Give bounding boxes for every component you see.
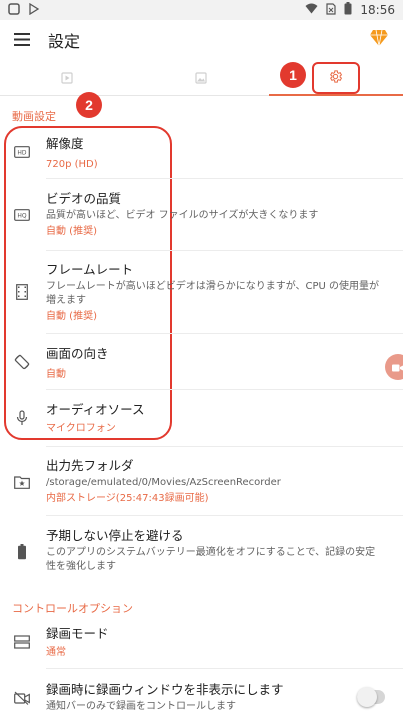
page-title: 設定 bbox=[48, 32, 81, 51]
tab-image[interactable] bbox=[134, 62, 268, 95]
status-time: 18:56 bbox=[360, 3, 395, 17]
setting-value: 自動 (推奨) bbox=[46, 311, 97, 322]
annotation-box-settings-tab bbox=[312, 62, 360, 94]
divider bbox=[46, 515, 403, 516]
setting-description: /storage/emulated/0/Movies/AzScreenRecor… bbox=[46, 477, 281, 488]
image-icon bbox=[195, 69, 208, 88]
quality-hd-icon: HQ bbox=[12, 205, 32, 225]
setting-title: 録画モード bbox=[46, 626, 109, 641]
microphone-icon bbox=[12, 408, 32, 428]
folder-star-icon bbox=[12, 472, 32, 492]
tab-video[interactable] bbox=[0, 62, 134, 95]
camera-off-icon bbox=[12, 688, 32, 708]
battery-icon bbox=[344, 2, 352, 18]
setting-output-folder[interactable]: 出力先フォルダ /storage/emulated/0/Movies/AzScr… bbox=[0, 452, 403, 512]
setting-value: マイクロフォン bbox=[46, 423, 116, 434]
setting-title: 録画時に録画ウィンドウを非表示にします bbox=[46, 682, 284, 697]
play-store-icon bbox=[28, 2, 40, 18]
screen-rotation-icon bbox=[12, 352, 32, 372]
setting-avoid-unexpected-stop[interactable]: 予期しない停止を避ける このアプリのシステムバッテリー最適化をオフにすることで、… bbox=[0, 522, 403, 584]
setting-description: フレームレートが高いほどビデオは滑らかになりますが、CPU の使用量が増えます bbox=[46, 281, 380, 306]
setting-title: ビデオの品質 bbox=[46, 191, 122, 206]
divider bbox=[46, 178, 403, 179]
setting-value: 720p (HD) bbox=[46, 159, 98, 170]
setting-audio-source[interactable]: オーディオソース マイクロフォン bbox=[0, 396, 403, 440]
wifi-icon bbox=[305, 3, 318, 17]
setting-value: 内部ストレージ(25:47:43録画可能) bbox=[46, 493, 209, 504]
sim-icon bbox=[326, 2, 337, 18]
video-camera-icon bbox=[392, 358, 403, 377]
divider bbox=[46, 668, 403, 669]
setting-title: 解像度 bbox=[46, 136, 84, 151]
setting-value: 自動 (推奨) bbox=[46, 226, 97, 237]
record-mode-icon bbox=[12, 632, 32, 652]
battery-icon bbox=[12, 542, 32, 562]
film-icon bbox=[12, 282, 32, 302]
setting-video-quality[interactable]: HQ ビデオの品質 品質が高いほど、ビデオ ファイルのサイズが大きくなります 自… bbox=[0, 185, 403, 247]
setting-title: オーディオソース bbox=[46, 402, 145, 417]
video-icon bbox=[61, 69, 73, 88]
divider bbox=[46, 250, 403, 251]
setting-frame-rate[interactable]: フレームレート フレームレートが高いほどビデオは滑らかになりますが、CPU の使… bbox=[0, 256, 403, 332]
setting-description: 通知バーのみで録画をコントロールします bbox=[46, 701, 236, 712]
annotation-marker-2: 2 bbox=[76, 92, 102, 118]
setting-title: フレームレート bbox=[46, 262, 134, 277]
setting-value: 通常 bbox=[46, 647, 66, 658]
status-bar: 18:56 bbox=[0, 0, 403, 20]
setting-record-mode[interactable]: 録画モード 通常 bbox=[0, 620, 403, 664]
divider bbox=[46, 333, 403, 334]
divider bbox=[46, 389, 403, 390]
svg-text:HQ: HQ bbox=[17, 213, 27, 220]
svg-text:HD: HD bbox=[17, 150, 27, 157]
annotation-marker-1: 1 bbox=[280, 62, 306, 88]
setting-description: 品質が高いほど、ビデオ ファイルのサイズが大きくなります bbox=[46, 210, 319, 221]
section-header-control-options: コントロールオプション bbox=[12, 602, 133, 615]
menu-icon[interactable] bbox=[14, 31, 30, 50]
section-header-video-settings: 動画設定 bbox=[12, 110, 56, 123]
premium-gem-icon[interactable] bbox=[369, 29, 389, 51]
setting-resolution[interactable]: HD 解像度 720p (HD) bbox=[0, 130, 403, 178]
hd-icon: HD bbox=[12, 142, 32, 162]
setting-title: 画面の向き bbox=[46, 346, 109, 361]
setting-screen-orientation[interactable]: 画面の向き 自動 bbox=[0, 340, 403, 388]
setting-value: 自動 bbox=[46, 369, 66, 380]
divider bbox=[46, 446, 403, 447]
app-notification-icon bbox=[8, 2, 20, 18]
setting-description: このアプリのシステムバッテリー最適化をオフにすることで、記録の安定性を強化します bbox=[46, 547, 376, 572]
hide-window-toggle[interactable] bbox=[357, 687, 385, 707]
setting-title: 予期しない停止を避ける bbox=[46, 528, 184, 543]
app-bar: 設定 bbox=[0, 20, 403, 60]
setting-hide-recording-window[interactable]: 録画時に録画ウィンドウを非表示にします 通知バーのみで録画をコントロールします bbox=[0, 676, 403, 718]
setting-title: 出力先フォルダ bbox=[46, 458, 134, 473]
